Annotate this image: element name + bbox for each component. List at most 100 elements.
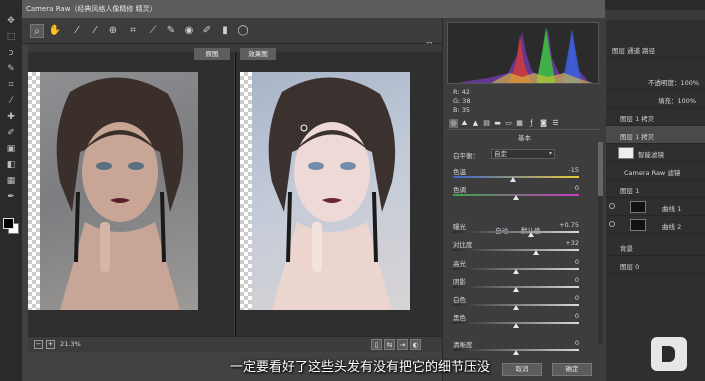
slider-shadows[interactable]: 阴影 0 (453, 276, 593, 293)
crop-tool-icon[interactable]: ⌗ (4, 80, 18, 90)
preview-area: 原图 效果图 (28, 44, 442, 336)
crop-icon[interactable]: ⌗ (126, 24, 140, 38)
effects-tab-icon[interactable]: ▦ (515, 119, 524, 128)
layer-row[interactable]: 背景 (606, 238, 705, 256)
pen-tool-icon[interactable]: ✒ (4, 192, 18, 202)
slider-thumb[interactable] (513, 323, 519, 328)
red-eye-icon[interactable]: ◉ (182, 24, 196, 38)
layer-row[interactable]: 图层 0 (606, 256, 705, 274)
basic-tab-icon[interactable]: ◎ (449, 119, 458, 128)
slider-contrast[interactable]: 对比度 +32 (453, 239, 593, 256)
straighten-icon[interactable]: ⟋ (146, 24, 160, 38)
fx-tab-icon[interactable]: ƒ (527, 119, 536, 128)
readout-g: G: 38 (453, 97, 471, 105)
before-pane: 原图 (28, 48, 234, 336)
slider-thumb[interactable] (513, 305, 519, 310)
eraser-tool-icon[interactable]: ◧ (4, 160, 18, 170)
scrollbar-thumb[interactable] (598, 142, 603, 196)
slider-tint[interactable]: 色调 0 (453, 184, 593, 201)
adjustment-brush-icon[interactable]: ✐ (200, 24, 214, 38)
layer-row[interactable]: 曲线 2 (606, 216, 705, 234)
zoom-level[interactable]: 21.3% (60, 340, 81, 348)
layer-row[interactable]: 图层 1 (606, 180, 705, 198)
before-photo (28, 72, 198, 310)
layer-row[interactable]: Camera Raw 滤镜 (606, 162, 705, 180)
visibility-eye-icon[interactable] (609, 203, 615, 209)
fill-row[interactable]: 填充：100% (606, 90, 705, 108)
slider-whites[interactable]: 白色 0 (453, 294, 593, 311)
slider-clarity[interactable]: 清晰度 0 (453, 339, 593, 356)
presets-tab-icon[interactable]: ☰ (551, 119, 560, 128)
zoom-icon[interactable]: ⌕ (30, 24, 44, 38)
marquee-tool-icon[interactable]: ⬚ (4, 32, 18, 42)
target-adjust-icon[interactable]: ⊕ (106, 24, 120, 38)
lens-tab-icon[interactable]: ▭ (504, 119, 513, 128)
layer-row[interactable]: 曲线 1 (606, 198, 705, 216)
adjustments-panel: R: 42 G: 38 B: 35 ◎ ⛰ ▲ ▤ ▬ ▭ ▦ ƒ ◙ ☰ 基本… (442, 18, 605, 381)
slider-thumb[interactable] (533, 250, 540, 255)
white-balance-row: 白平衡： 自定 (453, 149, 555, 160)
before-label: 原图 (194, 48, 230, 60)
layer-thumbnail (618, 147, 634, 159)
quick-select-tool-icon[interactable]: ✎ (4, 64, 18, 74)
layer-row[interactable]: 智能滤镜 (606, 144, 705, 162)
readout-r: R: 42 (453, 88, 470, 96)
histogram-graph (458, 27, 594, 83)
eyedropper-tool-icon[interactable]: ⁄ (4, 96, 18, 106)
brush-tool-icon[interactable]: ✐ (4, 128, 18, 138)
split-toning-tab-icon[interactable]: ▬ (493, 119, 502, 128)
copy-settings-button[interactable]: ⇥ (397, 339, 408, 350)
healing-tool-icon[interactable]: ✚ (4, 112, 18, 122)
slider-thumb[interactable] (513, 287, 519, 292)
panel-scrollbar[interactable] (598, 142, 603, 344)
detail-tab-icon[interactable]: ▲ (471, 119, 480, 128)
slider-highlights[interactable]: 高光 0 (453, 258, 593, 275)
toggle-default-button[interactable]: ◐ (410, 339, 421, 350)
slider-track[interactable] (453, 231, 579, 233)
foreground-color-swatch[interactable] (3, 218, 14, 229)
portrait-after (268, 77, 396, 310)
ok-button[interactable]: 确定 (552, 363, 592, 376)
portrait-before (56, 77, 184, 310)
layer-thumbnail (630, 219, 646, 231)
after-image (252, 72, 410, 310)
visibility-eye-icon[interactable] (609, 221, 615, 227)
radial-filter-icon[interactable]: ◯ (236, 24, 250, 38)
white-balance-select[interactable]: 自定 (491, 149, 555, 159)
slider-thumb[interactable] (528, 232, 535, 237)
lasso-tool-icon[interactable]: ↄ (4, 48, 18, 58)
dialog-title: Camera Raw（经典风格人像精修 精灵） (22, 0, 605, 18)
slider-exposure[interactable]: 曝光 +0.75 (453, 221, 593, 238)
slider-thumb[interactable] (513, 269, 519, 274)
gradient-tool-icon[interactable]: ▦ (4, 176, 18, 186)
slider-blacks[interactable]: 黑色 0 (453, 312, 593, 329)
stamp-tool-icon[interactable]: ▣ (4, 144, 18, 154)
graduated-filter-icon[interactable]: ▮ (218, 24, 232, 38)
layer-thumbnail (630, 201, 646, 213)
slider-temperature[interactable]: 色温 -15 (453, 166, 593, 183)
camera-calibration-tab-icon[interactable]: ◙ (539, 119, 548, 128)
after-photo (240, 72, 410, 310)
after-label: 效果图 (240, 48, 276, 60)
slider-thumb[interactable] (513, 195, 519, 200)
hand-icon[interactable]: ✋ (48, 24, 62, 38)
white-balance-eyedropper-icon[interactable]: ⁄ (70, 24, 84, 38)
slider-thumb[interactable] (510, 177, 517, 182)
slider-track[interactable] (453, 249, 579, 251)
zoom-out-button[interactable]: − (34, 340, 43, 349)
before-after-toggle-button[interactable]: ▯ (371, 339, 382, 350)
spot-removal-icon[interactable]: ✎ (164, 24, 178, 38)
photoshop-toolbar: ✥ ⬚ ↄ ✎ ⌗ ⁄ ✚ ✐ ▣ ◧ ▦ ✒ (0, 10, 22, 381)
slider-thumb[interactable] (513, 350, 519, 355)
readout-b: B: 35 (453, 106, 470, 114)
hsl-tab-icon[interactable]: ▤ (482, 119, 491, 128)
swap-settings-button[interactable]: ⇆ (384, 339, 395, 350)
tone-curve-tab-icon[interactable]: ⛰ (460, 119, 469, 128)
zoom-in-button[interactable]: + (46, 340, 55, 349)
color-sampler-icon[interactable]: ⁄ (88, 24, 102, 38)
move-tool-icon[interactable]: ✥ (4, 16, 18, 26)
opacity-row[interactable]: 不透明度：100% (606, 72, 705, 90)
layer-row-selected[interactable]: 图层 1 拷贝 (606, 126, 705, 144)
layers-panel-tabs[interactable]: 图层 通道 路径 (606, 40, 705, 58)
layer-row[interactable]: 图层 1 拷贝 (606, 108, 705, 126)
